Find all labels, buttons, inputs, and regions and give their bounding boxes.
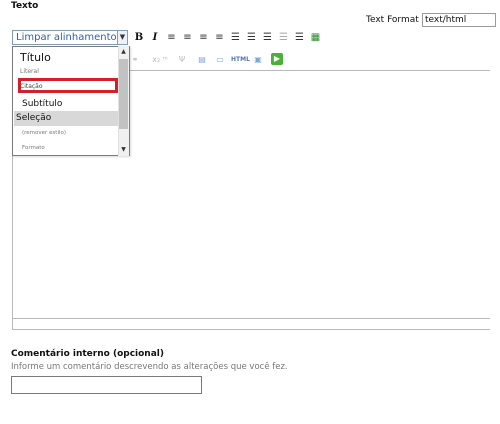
align-justify-icon[interactable]: ≡ [214, 31, 225, 44]
comment-input[interactable] [11, 376, 202, 394]
outdent-icon[interactable]: ☰ [262, 31, 273, 44]
horizontal-rule-icon[interactable]: ▭ [214, 53, 226, 66]
scroll-up-icon[interactable]: ▲ [118, 47, 129, 57]
bullet-list-icon[interactable]: ☰ [230, 31, 241, 44]
italic-button[interactable]: I [150, 31, 160, 44]
style-combo[interactable]: Limpar alinhamento [12, 30, 118, 45]
unlink-icon[interactable]: ⚭ [130, 53, 140, 66]
text-format-select[interactable]: text/html [422, 13, 496, 27]
editor-status-bar [12, 318, 490, 330]
style-dropdown-list: Título Literal Citação Subtítulo Seleção… [12, 46, 130, 156]
fullscreen-icon[interactable]: ▣ [252, 53, 264, 66]
style-option-formato[interactable]: Formato [22, 145, 128, 151]
highlight-box [18, 78, 118, 93]
dropdown-scrollbar-thumb[interactable] [119, 59, 128, 129]
table-icon[interactable]: ▤ [196, 53, 208, 66]
comment-hint: Informe um comentário descrevendo as alt… [11, 362, 288, 372]
style-option-remover-estilo[interactable]: (remover estilo) [22, 130, 128, 136]
align-left-icon[interactable]: ≡ [166, 31, 177, 44]
special-char-icon[interactable]: Ψ [176, 53, 188, 66]
blockquote-icon[interactable]: ☰ [294, 31, 305, 44]
html-source-button[interactable]: HTML [231, 53, 250, 66]
style-combo-open-button[interactable]: ▼ [117, 30, 128, 45]
section-label-texto: Texto [11, 1, 39, 11]
scroll-down-icon[interactable]: ▼ [118, 145, 129, 155]
indent-icon[interactable]: ☰ [278, 31, 289, 44]
style-option-subtitulo[interactable]: Subtítulo [22, 99, 128, 109]
subscript-icon[interactable]: x₂ ᵐ [150, 53, 170, 66]
style-option-titulo[interactable]: Título [20, 51, 126, 64]
bold-button[interactable]: B [134, 31, 144, 44]
text-format-label: Text Format [366, 15, 419, 25]
align-center-icon[interactable]: ≡ [182, 31, 193, 44]
style-option-literal[interactable]: Literal [20, 68, 126, 75]
chevron-down-icon: ▼ [119, 33, 126, 41]
style-option-selecao[interactable]: Seleção [14, 111, 120, 126]
align-right-icon[interactable]: ≡ [198, 31, 209, 44]
insert-image-icon[interactable]: ▦ [310, 31, 321, 44]
numbered-list-icon[interactable]: ☰ [246, 31, 257, 44]
comment-label: Comentário interno (opcional) [11, 349, 164, 359]
play-preview-icon[interactable]: ▶ [271, 53, 283, 65]
